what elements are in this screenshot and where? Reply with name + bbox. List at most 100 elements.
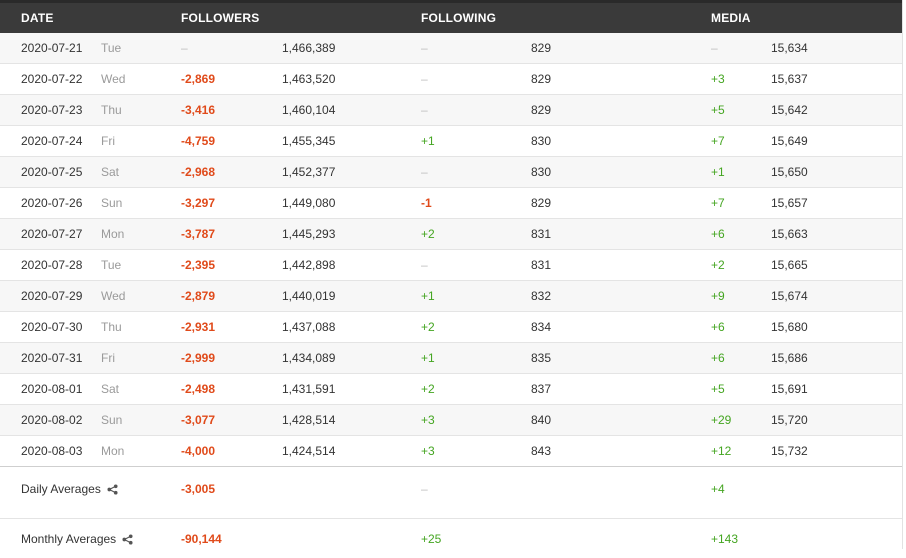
row-following-delta: +3	[421, 444, 435, 458]
row-media-delta: +7	[711, 196, 725, 210]
row-day: Sat	[101, 165, 120, 179]
row-media-delta: –	[711, 41, 718, 55]
row-following-total: 829	[531, 196, 552, 210]
row-following-delta: –	[421, 165, 428, 179]
row-media-total: 15,720	[771, 413, 808, 427]
row-media-delta: +7	[711, 134, 725, 148]
row-date: 2020-07-28	[21, 258, 83, 272]
row-following-delta: +2	[421, 382, 435, 396]
row-followers-total: 1,437,088	[282, 320, 336, 334]
row-following-total: 843	[531, 444, 552, 458]
row-followers-delta: -2,931	[181, 320, 216, 334]
row-followers-delta: -2,879	[181, 289, 216, 303]
table-body: 2020-07-21 Tue –1,466,389–829–15,634 2020-0…	[0, 33, 902, 467]
row-media-total: 15,634	[771, 41, 808, 55]
monthly-averages-row: Monthly Averages -90,144 +25 +143	[0, 518, 902, 558]
row-media-delta: +6	[711, 351, 725, 365]
row-day: Wed	[101, 289, 126, 303]
row-media-total: 15,680	[771, 320, 808, 334]
row-following-total: 829	[531, 72, 552, 86]
row-media-total: 15,674	[771, 289, 808, 303]
row-day: Thu	[101, 103, 122, 117]
row-media-delta: +29	[711, 413, 732, 427]
row-followers-total: 1,428,514	[282, 413, 336, 427]
row-date: 2020-07-27	[21, 227, 83, 241]
row-followers-total: 1,440,019	[282, 289, 336, 303]
table-row: 2020-07-30 Thu -2,931 1,437,088 +2 834 +6 15,68…	[0, 312, 902, 343]
row-followers-total: 1,455,345	[282, 134, 336, 148]
monthly-avg-followers: -90,144	[181, 532, 222, 546]
row-followers-delta: -2,968	[181, 165, 216, 179]
row-following-delta: -1	[421, 196, 432, 210]
table-header: DATE FOLLOWERS FOLLOWING MEDIA	[0, 0, 902, 33]
table-row: 2020-07-22 Wed -2,869 1,463,520 – 829 +3 15,637	[0, 64, 902, 95]
row-media-delta: +6	[711, 320, 725, 334]
row-date: 2020-07-29	[21, 289, 83, 303]
row-media-total: 15,650	[771, 165, 808, 179]
daily-averages-label[interactable]: Daily Averages	[21, 467, 118, 511]
row-followers-delta: -2,869	[181, 72, 216, 86]
row-date: 2020-08-03	[21, 444, 83, 458]
table-row: 2020-07-21 Tue – 1,466,389 – 829 – 15,634	[0, 33, 902, 64]
row-media-total: 15,649	[771, 134, 808, 148]
row-media-total: 15,663	[771, 227, 808, 241]
row-media-delta: +9	[711, 289, 725, 303]
row-following-delta: –	[421, 258, 428, 272]
monthly-avg-media: +143	[711, 532, 739, 546]
row-date: 2020-07-22	[21, 72, 83, 86]
table-row: 2020-07-27 Mon -3,787 1,445,293 +2 831 +6 15,66…	[0, 219, 902, 250]
row-day: Tue	[101, 258, 122, 272]
table-row: 2020-07-26 Sun -3,297 1,449,080 -1 829 +7 15,65…	[0, 188, 902, 219]
row-followers-total: 1,424,514	[282, 444, 336, 458]
row-day: Mon	[101, 444, 125, 458]
row-following-total: 832	[531, 289, 552, 303]
share-icon[interactable]	[122, 534, 133, 545]
row-day: Sat	[101, 382, 120, 396]
row-following-total: 831	[531, 227, 552, 241]
row-following-total: 840	[531, 413, 552, 427]
row-followers-delta: -3,077	[181, 413, 216, 427]
monthly-averages-label[interactable]: Monthly Averages	[21, 529, 133, 549]
row-date: 2020-07-31	[21, 351, 83, 365]
row-media-delta: +5	[711, 103, 725, 117]
row-following-total: 830	[531, 165, 552, 179]
share-icon[interactable]	[107, 484, 118, 495]
row-day: Thu	[101, 320, 122, 334]
table-row: 2020-07-23 Thu -3,416 1,460,104 – 829 +5 15,642	[0, 95, 902, 126]
row-media-delta: +2	[711, 258, 725, 272]
daily-averages-row: Daily Averages -3,005 – +4	[0, 467, 902, 518]
header-following: FOLLOWING	[421, 11, 497, 25]
table-row: 2020-08-03 Mon -4,000 1,424,514 +3 843 +12 15,7…	[0, 436, 902, 467]
row-followers-delta: -3,787	[181, 227, 216, 241]
row-followers-total: 1,431,591	[282, 382, 336, 396]
daily-avg-media: +4	[711, 482, 725, 496]
header-followers: FOLLOWERS	[181, 11, 260, 25]
header-date: DATE	[21, 11, 54, 25]
row-media-delta: +6	[711, 227, 725, 241]
row-followers-total: 1,442,898	[282, 258, 336, 272]
row-following-delta: +1	[421, 134, 435, 148]
row-date: 2020-07-26	[21, 196, 83, 210]
row-media-total: 15,637	[771, 72, 808, 86]
monthly-avg-following: +25	[421, 532, 442, 546]
row-following-delta: –	[421, 103, 428, 117]
row-media-total: 15,732	[771, 444, 808, 458]
table-row: 2020-07-31 Fri -2,999 1,434,089 +1 835 +6 15,68…	[0, 343, 902, 374]
row-media-total: 15,686	[771, 351, 808, 365]
row-day: Fri	[101, 134, 115, 148]
row-date: 2020-07-25	[21, 165, 83, 179]
row-date: 2020-07-30	[21, 320, 83, 334]
row-followers-total: 1,452,377	[282, 165, 336, 179]
row-followers-total: 1,460,104	[282, 103, 336, 117]
row-following-total: 829	[531, 41, 552, 55]
row-following-delta: +1	[421, 289, 435, 303]
row-followers-delta: -3,416	[181, 103, 216, 117]
stats-table: DATE FOLLOWERS FOLLOWING MEDIA 2020-07-2…	[0, 0, 903, 549]
row-followers-delta: -3,297	[181, 196, 216, 210]
row-date: 2020-08-02	[21, 413, 83, 427]
row-followers-total: 1,445,293	[282, 227, 336, 241]
row-day: Fri	[101, 351, 115, 365]
row-date: 2020-08-01	[21, 382, 83, 396]
row-following-total: 829	[531, 103, 552, 117]
row-followers-total: 1,434,089	[282, 351, 336, 365]
